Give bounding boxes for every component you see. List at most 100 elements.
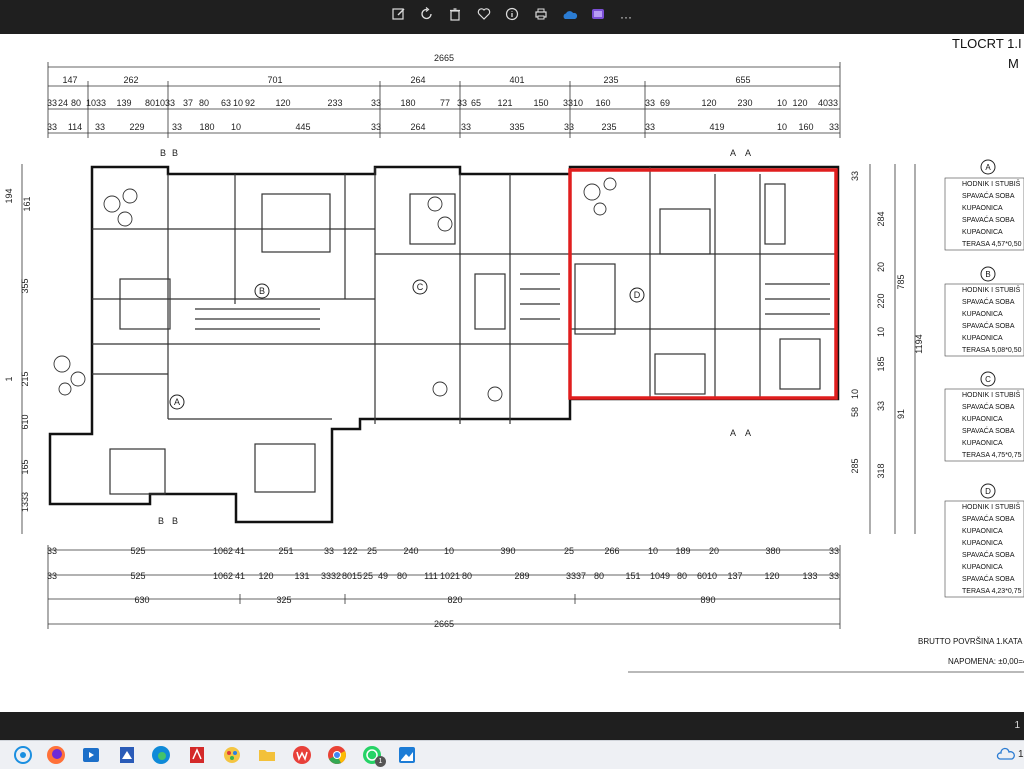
svg-text:80: 80 <box>199 98 209 108</box>
windows-taskbar: 1 1 <box>0 740 1024 769</box>
svg-text:1021: 1021 <box>440 571 460 581</box>
svg-text:33: 33 <box>324 546 334 556</box>
svg-text:41: 41 <box>235 546 245 556</box>
svg-text:80: 80 <box>397 571 407 581</box>
svg-text:785: 785 <box>896 274 906 289</box>
edge-icon[interactable] <box>150 744 172 766</box>
svg-text:HODNIK I STUBIŠ: HODNIK I STUBIŠ <box>962 390 1021 399</box>
svg-text:1333: 1333 <box>20 492 30 512</box>
svg-text:10: 10 <box>850 389 860 399</box>
edit-image-icon[interactable] <box>389 7 409 27</box>
svg-text:D: D <box>985 487 991 496</box>
svg-text:A: A <box>745 148 751 158</box>
svg-text:185: 185 <box>876 356 886 371</box>
svg-text:230: 230 <box>737 98 752 108</box>
svg-text:33: 33 <box>457 98 467 108</box>
plan-subtitle: M <box>1008 56 1019 71</box>
svg-text:TERASA 4,57*0,50: TERASA 4,57*0,50 <box>962 241 1022 248</box>
svg-text:160: 160 <box>595 98 610 108</box>
clipchamp-icon[interactable] <box>588 7 608 27</box>
pdf-icon[interactable] <box>186 744 208 766</box>
svg-text:33: 33 <box>850 171 860 181</box>
svg-text:820: 820 <box>447 595 462 605</box>
svg-text:390: 390 <box>500 546 515 556</box>
onedrive-icon[interactable] <box>560 7 580 27</box>
info-icon[interactable] <box>502 7 522 27</box>
svg-text:HODNIK I STUBIŠ: HODNIK I STUBIŠ <box>962 285 1021 294</box>
wps-icon[interactable] <box>291 744 313 766</box>
favorite-icon[interactable] <box>474 7 494 27</box>
print-icon[interactable] <box>531 7 551 27</box>
svg-text:33: 33 <box>47 546 57 556</box>
svg-text:37: 37 <box>183 98 193 108</box>
svg-text:A: A <box>985 163 991 172</box>
svg-text:525: 525 <box>130 546 145 556</box>
svg-text:SPAVAĆA SOBA: SPAVAĆA SOBA <box>962 321 1015 330</box>
more-icon[interactable]: ··· <box>616 7 636 27</box>
file-explorer-icon[interactable] <box>256 744 278 766</box>
svg-text:120: 120 <box>701 98 716 108</box>
firefox-icon[interactable] <box>45 744 67 766</box>
svg-text:24: 24 <box>58 98 68 108</box>
photos-icon[interactable] <box>396 744 418 766</box>
svg-text:92: 92 <box>245 98 255 108</box>
svg-text:KUPAONICA: KUPAONICA <box>962 311 1003 318</box>
svg-text:33: 33 <box>876 401 886 411</box>
svg-text:33: 33 <box>371 98 381 108</box>
svg-text:801033: 801033 <box>145 98 175 108</box>
svg-text:10: 10 <box>648 546 658 556</box>
video-editor-icon[interactable] <box>80 744 102 766</box>
svg-text:69: 69 <box>660 98 670 108</box>
brutto-area-label: BRUTTO POVRŠINA 1.KATA <box>918 637 1023 646</box>
svg-text:284: 284 <box>876 211 886 226</box>
svg-text:49: 49 <box>378 571 388 581</box>
svg-text:20: 20 <box>709 546 719 556</box>
svg-text:KUPAONICA: KUPAONICA <box>962 440 1003 447</box>
svg-text:289: 289 <box>514 571 529 581</box>
svg-text:SPAVAĆA SOBA: SPAVAĆA SOBA <box>962 402 1015 411</box>
svg-text:161: 161 <box>22 196 32 211</box>
svg-text:220: 220 <box>876 293 886 308</box>
rotate-icon[interactable] <box>417 7 437 27</box>
paint-icon[interactable] <box>221 744 243 766</box>
svg-text:240: 240 <box>403 546 418 556</box>
svg-text:TERASA 5,08*0,50: TERASA 5,08*0,50 <box>962 347 1022 354</box>
svg-text:233: 233 <box>327 98 342 108</box>
svg-text:264: 264 <box>410 75 425 85</box>
svg-text:121: 121 <box>497 98 512 108</box>
svg-text:80: 80 <box>71 98 81 108</box>
svg-text:B: B <box>985 270 990 279</box>
svg-text:HODNIK I STUBIŠ: HODNIK I STUBIŠ <box>962 502 1021 511</box>
svg-text:10: 10 <box>876 327 886 337</box>
svg-text:355: 355 <box>20 278 30 293</box>
svg-text:A: A <box>730 428 736 438</box>
svg-text:10: 10 <box>444 546 454 556</box>
svg-text:SPAVAĆA SOBA: SPAVAĆA SOBA <box>962 550 1015 559</box>
delete-icon[interactable] <box>445 7 465 27</box>
svg-text:655: 655 <box>735 75 750 85</box>
whatsapp-icon[interactable]: 1 <box>361 744 386 767</box>
svg-text:33: 33 <box>371 122 381 132</box>
dim-top-total: 2665 <box>434 53 454 63</box>
chrome-icon[interactable] <box>326 744 348 766</box>
document-icon[interactable] <box>116 744 138 766</box>
svg-text:380: 380 <box>765 546 780 556</box>
svg-text:SPAVAĆA SOBA: SPAVAĆA SOBA <box>962 426 1015 435</box>
svg-text:318: 318 <box>876 463 886 478</box>
svg-text:114: 114 <box>68 122 82 132</box>
svg-text:1: 1 <box>4 376 14 381</box>
svg-text:160: 160 <box>798 122 813 132</box>
svg-text:630: 630 <box>134 595 149 605</box>
svg-text:A: A <box>745 428 751 438</box>
onedrive-tray-icon[interactable] <box>996 744 1018 766</box>
svg-text:KUPAONICA: KUPAONICA <box>962 335 1003 342</box>
svg-text:120: 120 <box>275 98 290 108</box>
svg-text:139: 139 <box>116 98 131 108</box>
svg-text:25: 25 <box>564 546 574 556</box>
svg-text:8015: 8015 <box>342 571 362 581</box>
zone-label-a: A <box>174 397 180 407</box>
svg-text:B: B <box>172 516 178 526</box>
svg-text:229: 229 <box>129 122 144 132</box>
svg-text:1033: 1033 <box>86 98 106 108</box>
widgets-icon[interactable] <box>12 744 34 766</box>
